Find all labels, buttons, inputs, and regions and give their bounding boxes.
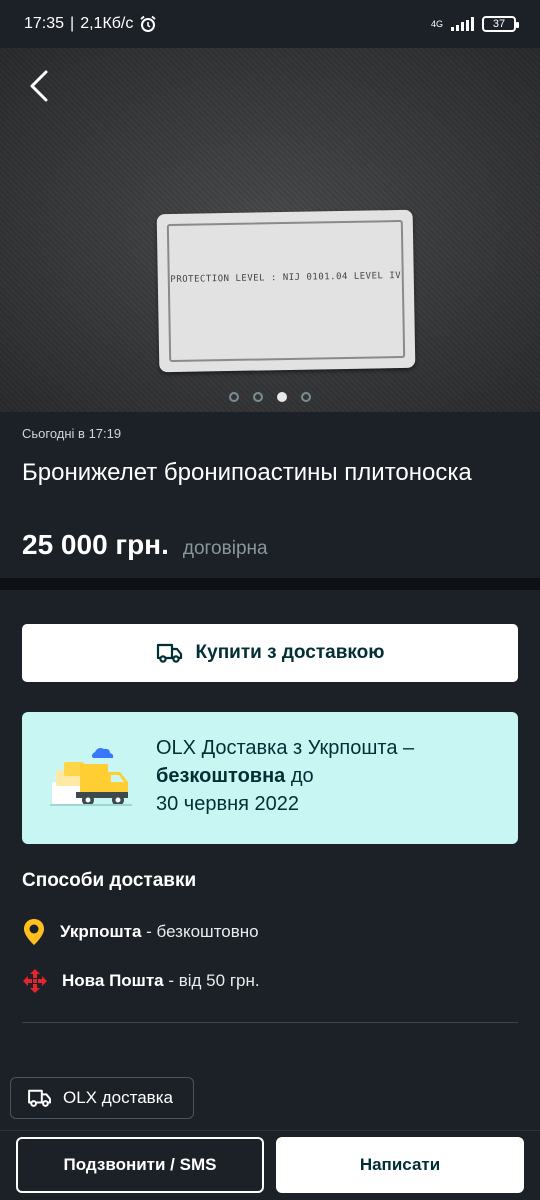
promo-text: OLX Доставка з Укрпошта – безкоштовна до… [156,734,496,818]
status-left: 17:35 | 2,1Кб/с [24,15,157,33]
promo-line1: OLX Доставка з Укрпошта – [156,737,415,759]
battery-icon: 37 [482,16,519,32]
nova-poshta-icon [23,969,47,993]
status-separator: | [70,15,75,32]
promo-free-label: безкоштовна [156,765,286,787]
price-row: 25 000 грн. договірна [22,529,268,561]
delivery-section: Купити з доставкою OLX Доставка з Укрпош… [0,590,540,1130]
olx-delivery-promo-banner[interactable]: OLX Доставка з Укрпошта – безкоштовна до… [22,712,518,844]
listing-title: Бронижелет бронипоастины плитоноска [22,459,472,486]
negotiable-label: договірна [182,538,268,559]
write-button-label: Написати [359,1155,441,1174]
alarm-icon [140,15,156,32]
posted-date: Сьогодні в 17:19 [22,426,122,441]
status-speed: 2,1Кб/с [80,15,134,32]
listing-price: 25 000 грн. [22,529,169,560]
method-detail: - від 50 грн. [163,971,260,990]
listing-photo[interactable]: PROTECTION LEVEL : NIJ 0101.04 LEVEL IV [0,48,540,412]
promo-until: до [285,765,314,787]
gallery-dot[interactable] [253,392,263,402]
delivery-method-ukrposhta: Укрпошта - безкоштовно [22,918,259,946]
back-arrow-icon[interactable] [24,68,56,104]
battery-level: 37 [492,18,506,30]
method-detail: - безкоштовно [141,922,259,941]
section-divider-line [22,1022,518,1023]
gallery-pagination [0,392,540,402]
call-button-label: Подзвонити / SMS [63,1155,217,1174]
method-name: Нова Пошта [62,971,164,990]
status-time: 17:35 [24,15,65,32]
network-type: 4G [430,19,443,29]
delivery-method-nova-poshta: Нова Пошта - від 50 грн. [22,968,260,994]
gallery-dot[interactable] [301,392,311,402]
delivery-truck-icon [156,643,182,663]
delivery-methods-title: Способи доставки [22,870,197,891]
buy-with-delivery-button[interactable]: Купити з доставкою [22,624,518,682]
gallery-dot[interactable] [229,392,239,402]
bottom-action-bar: Подзвонити / SMS Написати [0,1130,540,1200]
photo-label-frame: PROTECTION LEVEL : NIJ 0101.04 LEVEL IV [166,219,406,363]
delivery-truck-illustration-icon [50,748,132,806]
signal-icon [451,17,474,31]
call-sms-button[interactable]: Подзвонити / SMS [16,1137,264,1193]
photo-label-card: PROTECTION LEVEL : NIJ 0101.04 LEVEL IV [156,209,416,373]
listing-info: Сьогодні в 17:19 Бронижелет бронипоастин… [0,412,540,578]
ukrposhta-pin-icon [24,919,44,945]
promo-line2: безкоштовна до [156,762,496,790]
gallery-dot-active[interactable] [277,392,287,402]
photo-label-text: PROTECTION LEVEL : NIJ 0101.04 LEVEL IV [170,270,402,286]
section-divider [0,578,540,590]
olx-delivery-chip[interactable]: OLX доставка [10,1077,194,1119]
olx-chip-label: OLX доставка [63,1088,173,1107]
write-message-button[interactable]: Написати [276,1137,524,1193]
buy-button-label: Купити з доставкою [195,642,385,663]
status-right: 4G 37 [430,16,519,32]
promo-line3: 30 червня 2022 [156,793,300,815]
method-name: Укрпошта [60,922,142,941]
status-bar: 17:35 | 2,1Кб/с 4G 37 [0,0,540,48]
delivery-truck-icon [28,1089,51,1107]
